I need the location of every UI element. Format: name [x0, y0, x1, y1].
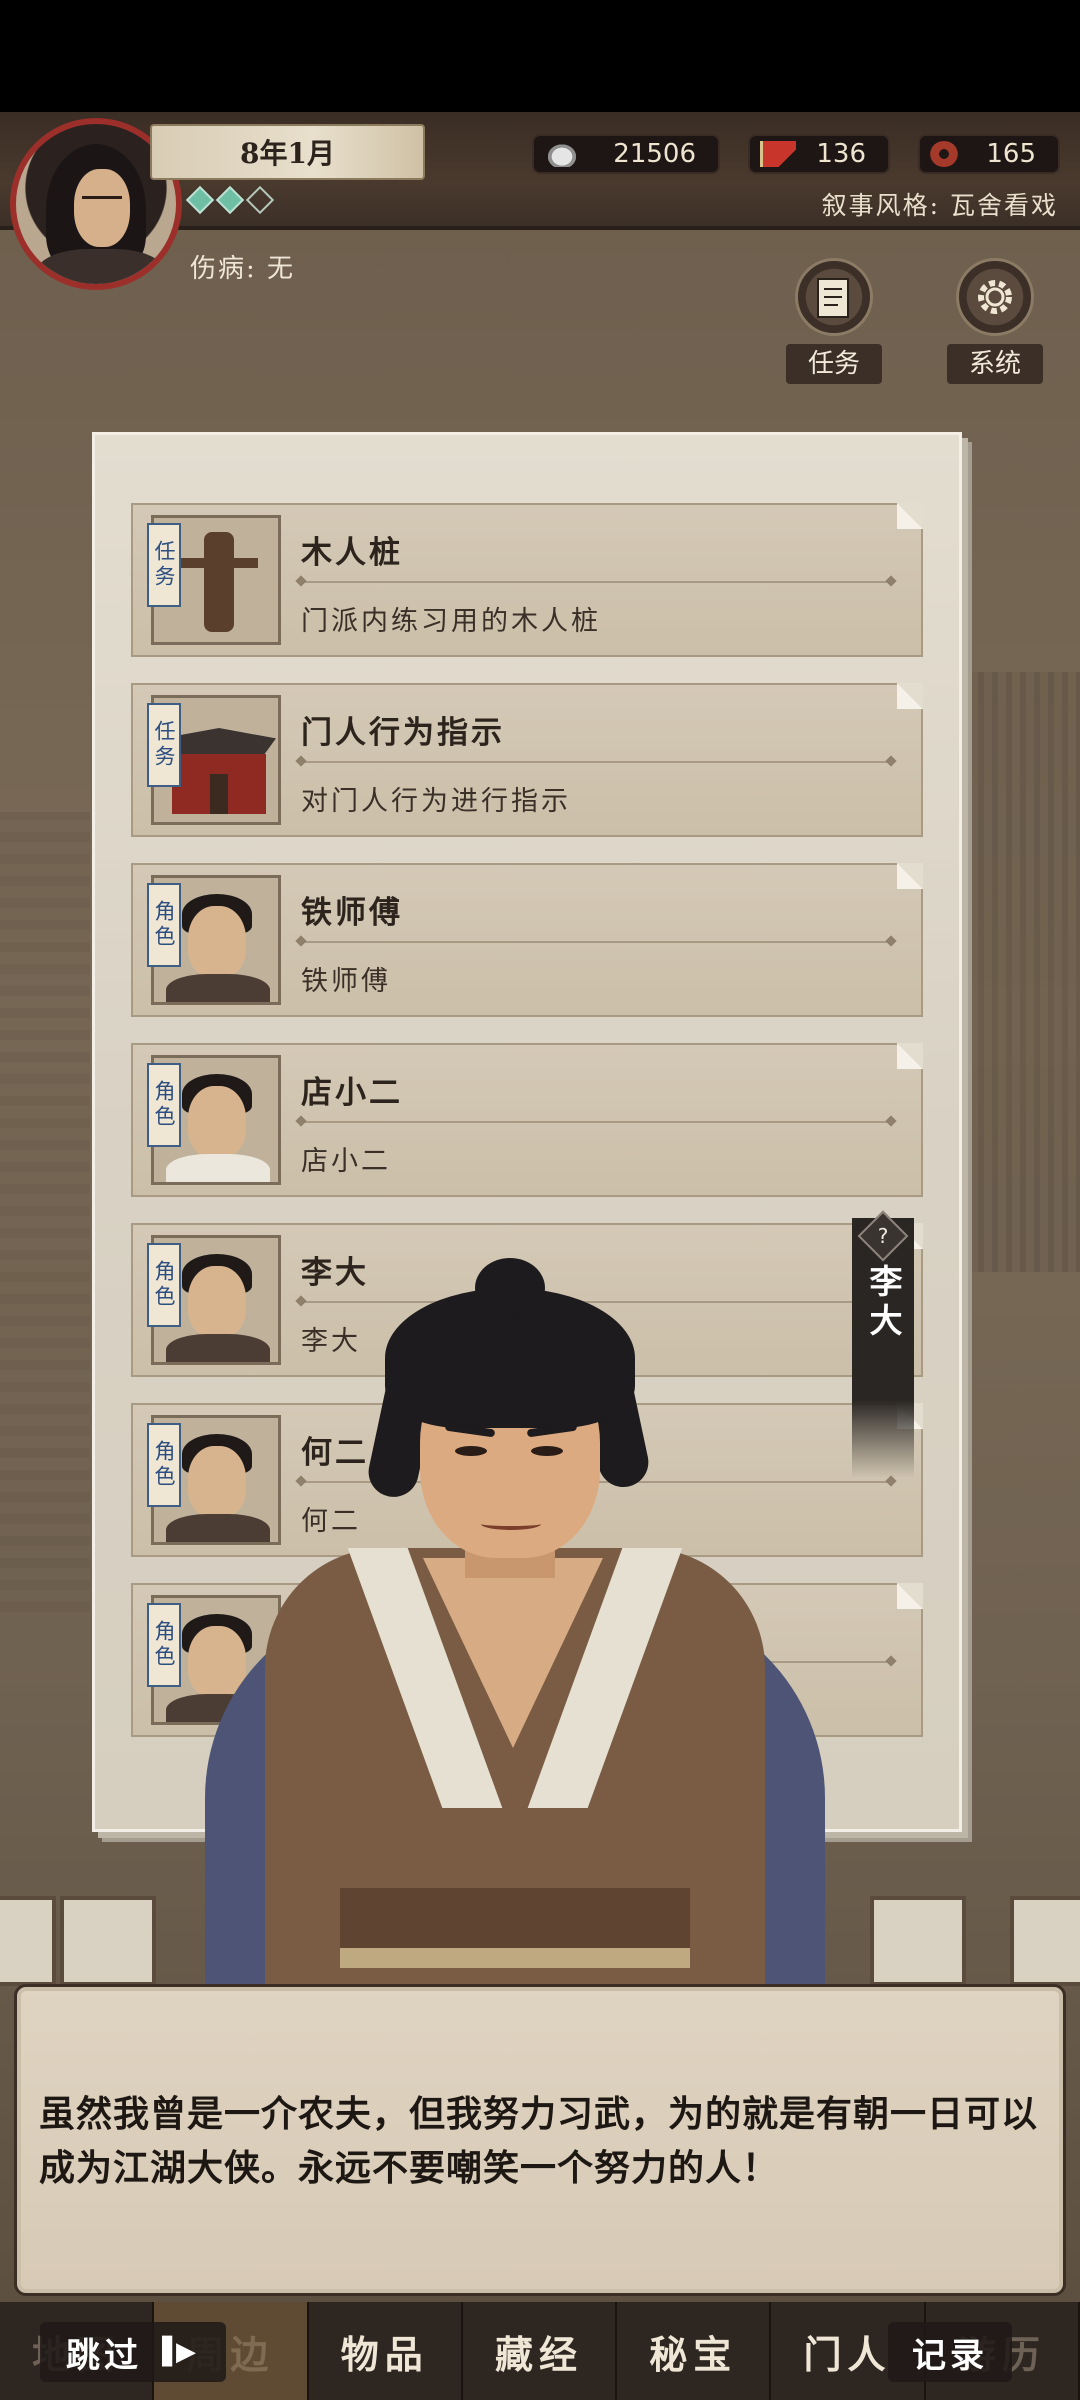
task-button[interactable]	[795, 258, 873, 336]
wooden-dummy-icon	[204, 532, 234, 632]
injury-status: 伤病: 无	[190, 248, 295, 285]
avatar-robe	[36, 249, 166, 284]
character-hair-bun	[475, 1258, 545, 1318]
date-display: 8年1月	[150, 124, 425, 180]
avatar-eyes	[82, 196, 122, 200]
card-divider	[301, 941, 891, 943]
rank-diamonds	[185, 185, 275, 215]
card-description: 铁师傅	[301, 966, 391, 997]
coin-counter[interactable]: 165	[918, 134, 1060, 174]
coin-icon	[930, 141, 958, 167]
portrait-body	[166, 1154, 270, 1182]
record-button[interactable]: 记录	[888, 2322, 1012, 2382]
tab-scriptures[interactable]: 藏经	[463, 2302, 618, 2400]
paper-tab	[60, 1896, 156, 1986]
record-label: 记录	[912, 2335, 988, 2376]
card-type-tag: 任务	[147, 703, 181, 787]
rank-diamond-icon	[185, 185, 215, 215]
injury-value: 无	[267, 254, 296, 284]
narrative-value: 瓦舍看戏	[949, 191, 1058, 220]
card-description: 门派内练习用的木人桩	[301, 606, 601, 637]
tab-items[interactable]: 物品	[309, 2302, 463, 2400]
silver-value: 21506	[613, 139, 696, 169]
card-title: 店小二	[301, 1075, 403, 1111]
card-divider	[301, 1121, 891, 1123]
dialogue-box[interactable]: 虽然我曾是一介农夫，但我努力习武，为的就是有朝一日可以成为江湖大侠。永远不要嘲笑…	[14, 1984, 1066, 2296]
gear-icon	[978, 280, 1012, 314]
paper-tab	[1010, 1896, 1080, 1986]
card-type-tag: 角色	[147, 1423, 181, 1507]
card-type-tag: 角色	[147, 1603, 181, 1687]
red-flag-icon	[760, 141, 796, 167]
character-eye	[531, 1446, 563, 1456]
character-belt	[340, 1888, 690, 1948]
portrait-face	[188, 906, 246, 978]
silver-counter[interactable]: 21506	[532, 134, 720, 174]
narrative-style[interactable]: 叙事风格: 瓦舍看戏	[822, 186, 1058, 222]
speaker-name: 李大	[864, 1264, 903, 1342]
character-rope-belt	[340, 1948, 690, 1968]
background-building	[950, 672, 1080, 1272]
dialogue-text: 虽然我曾是一介农夫，但我努力习武，为的就是有朝一日可以成为江湖大侠。永远不要嘲笑…	[39, 2093, 1039, 2189]
card-title: 门人行为指示	[301, 715, 505, 751]
paper-tab	[870, 1896, 966, 1986]
card-type-tag: 角色	[147, 883, 181, 967]
card-divider	[301, 761, 891, 763]
list-item[interactable]: 任务 木人桩 门派内练习用的木人桩	[131, 503, 923, 657]
narrative-label: 叙事风格:	[821, 191, 941, 220]
flag-value: 136	[816, 139, 866, 169]
injury-label: 伤病:	[190, 254, 257, 284]
tab-treasures[interactable]: 秘宝	[617, 2302, 772, 2400]
list-item[interactable]: 任务 门人行为指示 对门人行为进行指示	[131, 683, 923, 837]
card-title: 木人桩	[301, 535, 403, 571]
coin-value: 165	[986, 139, 1036, 169]
card-title: 铁师傅	[301, 895, 403, 931]
rank-diamond-icon	[215, 185, 245, 215]
speaker-character	[165, 1258, 865, 2018]
portrait-face	[188, 1086, 246, 1158]
background-wall	[0, 812, 90, 1612]
task-button-label[interactable]: 任务	[786, 344, 882, 384]
rank-diamond-empty-icon	[245, 185, 275, 215]
character-mouth	[481, 1518, 541, 1530]
paper-tab	[0, 1896, 56, 1986]
system-button-label[interactable]: 系统	[947, 344, 1043, 384]
wooden-dummy-arm	[180, 558, 258, 568]
skip-label: 跳过	[66, 2335, 142, 2376]
portrait-body	[166, 974, 270, 1002]
list-item[interactable]: 角色 铁师傅 铁师傅	[131, 863, 923, 1017]
card-description: 店小二	[301, 1146, 391, 1177]
system-button[interactable]	[956, 258, 1034, 336]
silver-ingot-icon	[544, 141, 580, 167]
character-eye	[455, 1446, 487, 1456]
card-type-tag: 任务	[147, 523, 181, 607]
skip-forward-icon: ▐▶	[152, 2337, 200, 2367]
flag-counter[interactable]: 136	[748, 134, 890, 174]
card-description: 对门人行为进行指示	[301, 786, 571, 817]
skip-button[interactable]: 跳过 ▐▶	[40, 2322, 226, 2382]
card-divider	[301, 581, 891, 583]
hall-icon	[172, 754, 266, 814]
list-item[interactable]: 角色 店小二 店小二	[131, 1043, 923, 1197]
avatar-face	[74, 169, 130, 247]
status-bar-area	[0, 0, 1080, 112]
card-type-tag: 角色	[147, 1063, 181, 1147]
question-icon: ?	[877, 1224, 889, 1248]
scroll-icon	[817, 278, 849, 318]
card-type-tag: 角色	[147, 1243, 181, 1327]
